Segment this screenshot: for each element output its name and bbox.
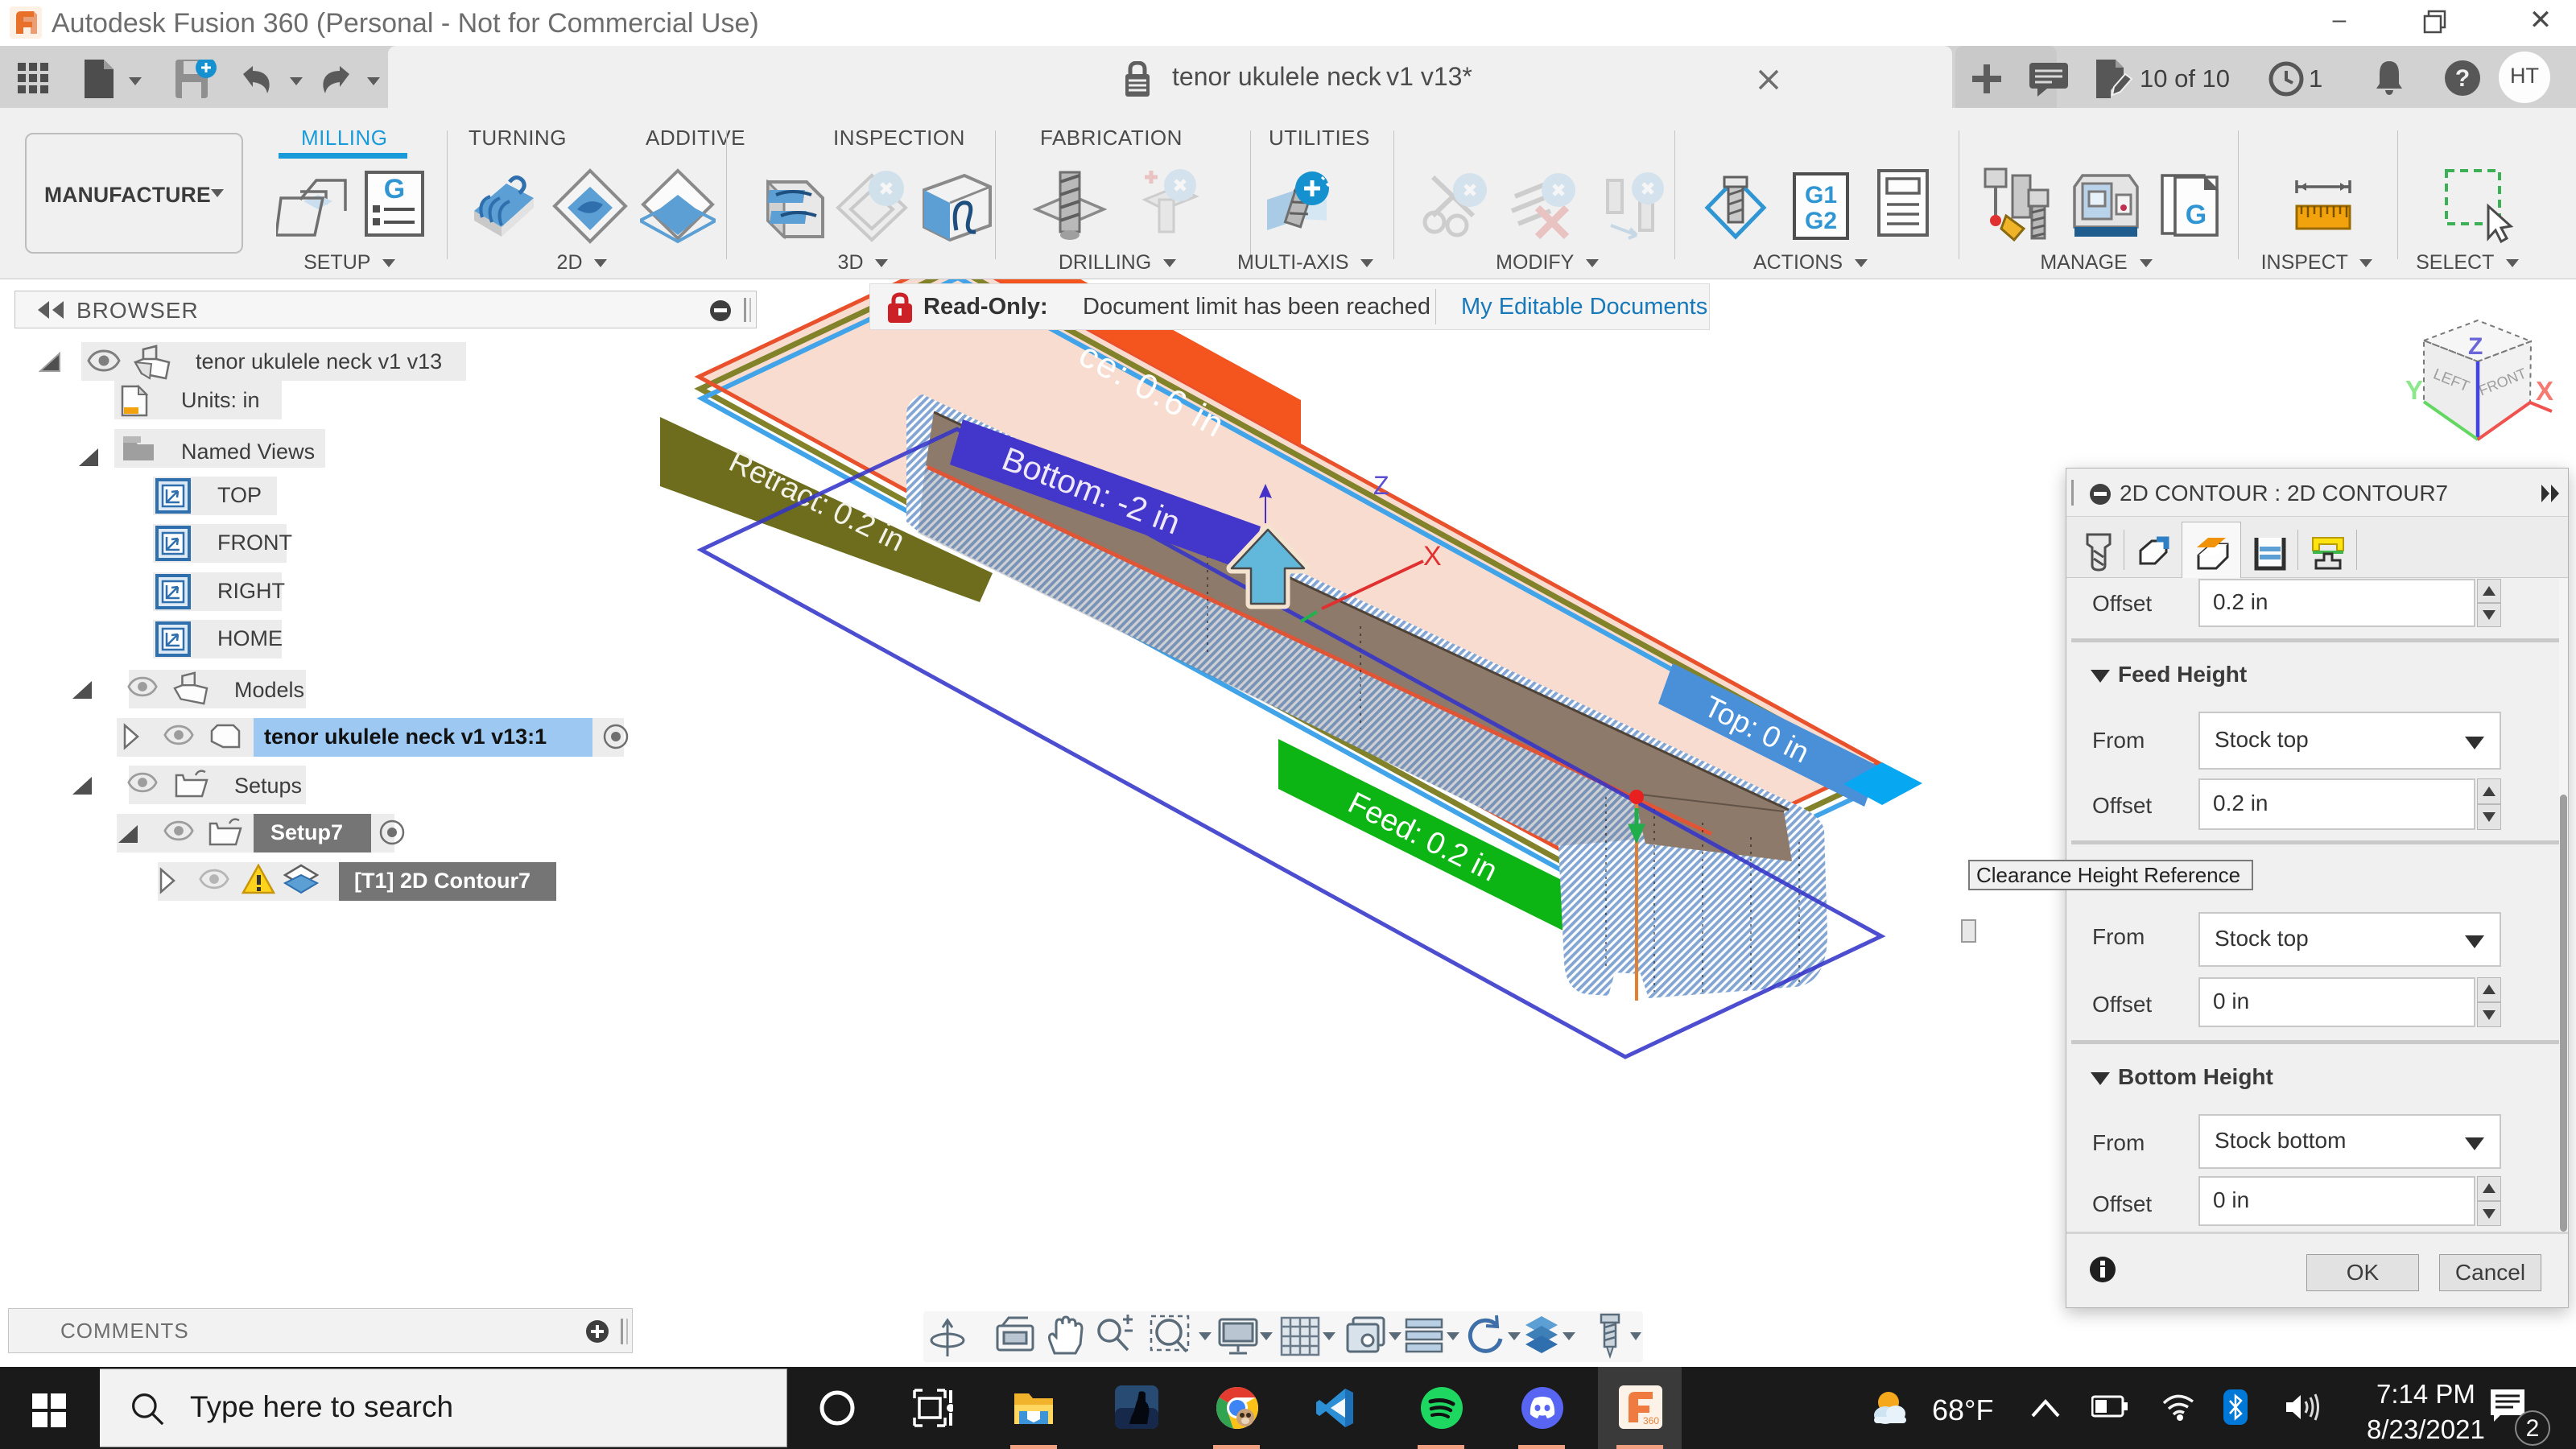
svg-text:X: X: [1423, 541, 1442, 572]
svg-text:Z: Z: [1373, 471, 1389, 500]
svg-text:Z: Z: [2468, 333, 2483, 360]
svg-text:Y: Y: [2405, 375, 2423, 405]
svg-text:G: G: [384, 174, 405, 204]
svg-text:G1: G1: [1805, 182, 1837, 208]
svg-text:X: X: [2536, 376, 2553, 406]
svg-text:G: G: [2186, 200, 2207, 230]
svg-text:?: ?: [2455, 65, 2470, 92]
svg-text:360: 360: [1643, 1415, 1659, 1426]
svg-text:G2: G2: [1805, 208, 1837, 234]
